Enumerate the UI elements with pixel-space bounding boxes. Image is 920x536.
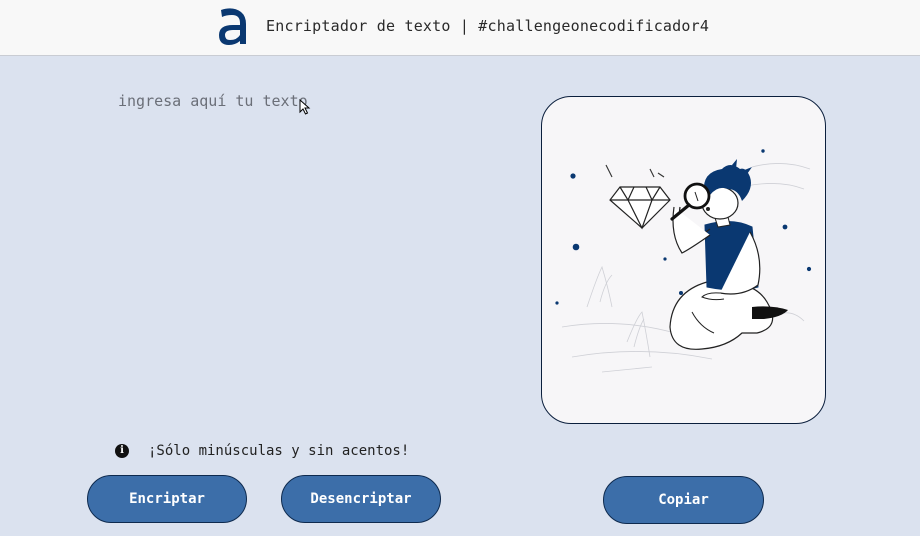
alura-logo-icon[interactable]: [216, 6, 250, 46]
person-magnifier-illustration: [555, 149, 812, 373]
decrypt-button[interactable]: Desencriptar: [281, 475, 441, 523]
encrypt-button[interactable]: Encriptar: [87, 475, 247, 523]
mouse-pointer-icon: [299, 99, 311, 115]
header: Encriptador de texto | #challengeonecodi…: [0, 0, 920, 56]
output-panel: [541, 96, 826, 424]
hint-text: ¡Sólo minúsculas y sin acentos!: [148, 443, 410, 459]
copy-button[interactable]: Copiar: [603, 476, 764, 524]
text-input[interactable]: [118, 92, 488, 412]
page-title: Encriptador de texto | #challengeonecodi…: [266, 17, 710, 35]
info-icon: i: [115, 444, 129, 458]
